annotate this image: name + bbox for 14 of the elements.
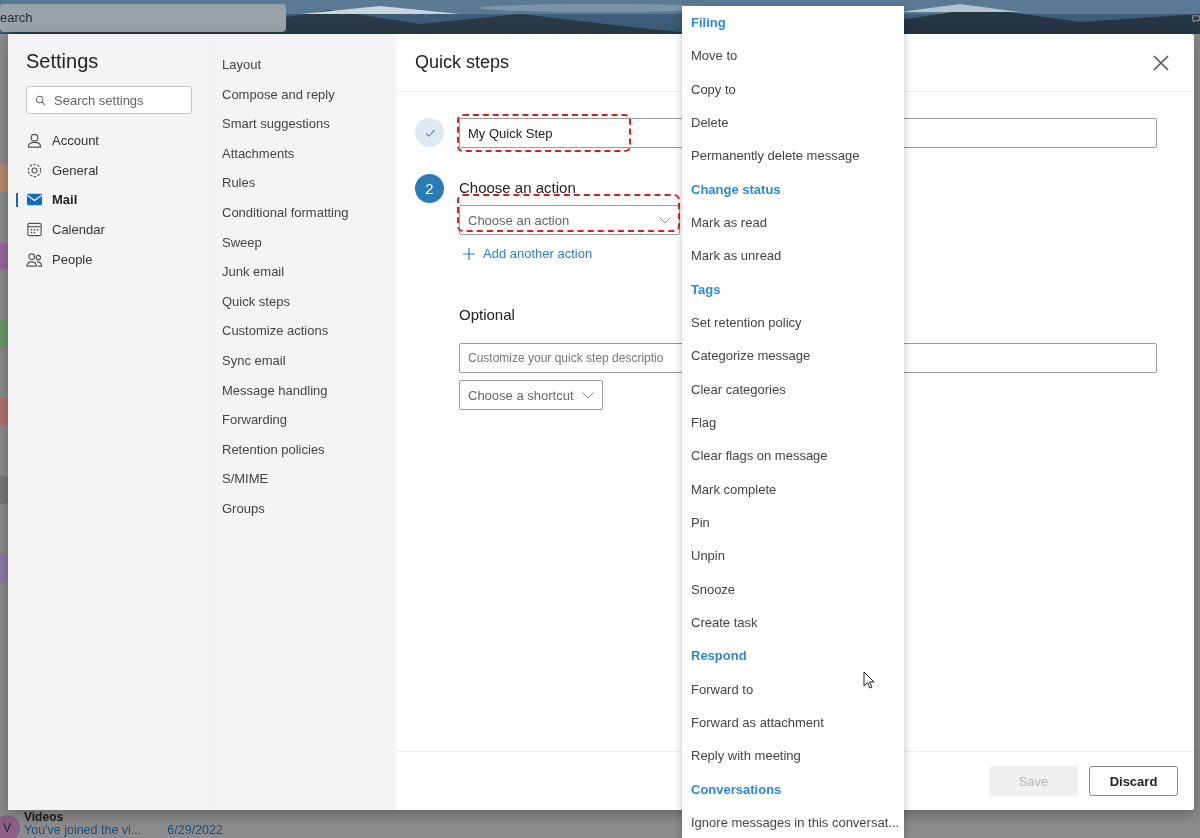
step-number: 2 bbox=[415, 174, 444, 203]
menu-group-header: Tags bbox=[690, 280, 722, 299]
section-label: Optional bbox=[459, 305, 515, 325]
panel-title: Quick steps bbox=[415, 52, 510, 73]
menu-group-header: Filing bbox=[690, 14, 727, 32]
menu-group-header: Change status bbox=[690, 180, 782, 199]
menu-group-header: Conversations bbox=[690, 780, 783, 799]
dialog-title: Settings bbox=[26, 49, 100, 74]
avatar: V bbox=[0, 815, 20, 838]
message-preview: You've joined the vi... bbox=[24, 824, 142, 837]
step-label: Choose an action bbox=[459, 178, 577, 198]
message-sender: Videos bbox=[24, 811, 64, 824]
menu-group-header: Respond bbox=[690, 647, 748, 666]
message-date: 6/29/2022 bbox=[167, 824, 223, 837]
